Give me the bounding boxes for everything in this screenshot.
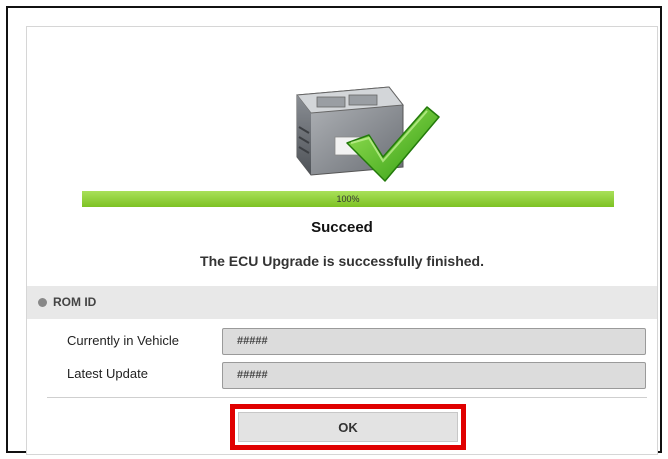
- currently-in-vehicle-field: #####: [222, 328, 646, 355]
- latest-update-value: #####: [237, 369, 268, 381]
- bullet-icon: [38, 298, 47, 307]
- divider: [47, 397, 647, 398]
- latest-update-label: Latest Update: [67, 366, 148, 381]
- section-title: ROM ID: [53, 295, 97, 309]
- ok-button-highlight: OK: [230, 404, 466, 450]
- currently-in-vehicle-label: Currently in Vehicle: [67, 333, 179, 348]
- screenshot-frame: 100% Succeed The ECU Upgrade is successf…: [6, 6, 662, 455]
- ecu-upgrade-dialog: 100% Succeed The ECU Upgrade is successf…: [26, 26, 658, 455]
- rom-id-section-header: ROM ID: [27, 286, 657, 319]
- ecu-check-icon: [296, 86, 440, 182]
- status-title: Succeed: [311, 219, 373, 236]
- latest-update-field: #####: [222, 362, 646, 389]
- progress-label: 100%: [336, 194, 360, 204]
- ok-button[interactable]: OK: [238, 412, 458, 442]
- currently-in-vehicle-value: #####: [237, 335, 268, 347]
- progress-bar: 100%: [82, 191, 614, 207]
- status-message: The ECU Upgrade is successfully finished…: [200, 253, 484, 269]
